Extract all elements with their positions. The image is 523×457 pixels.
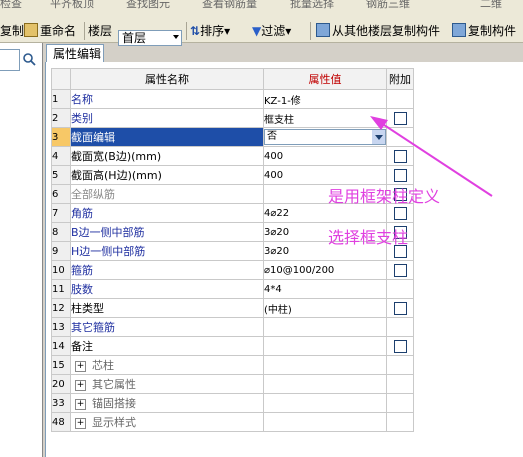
annotation-arrow — [370, 116, 493, 197]
annotation-text-1: 是用框架柱定义 — [328, 187, 441, 206]
annotation-text-2: 选择框支柱 — [328, 228, 409, 247]
